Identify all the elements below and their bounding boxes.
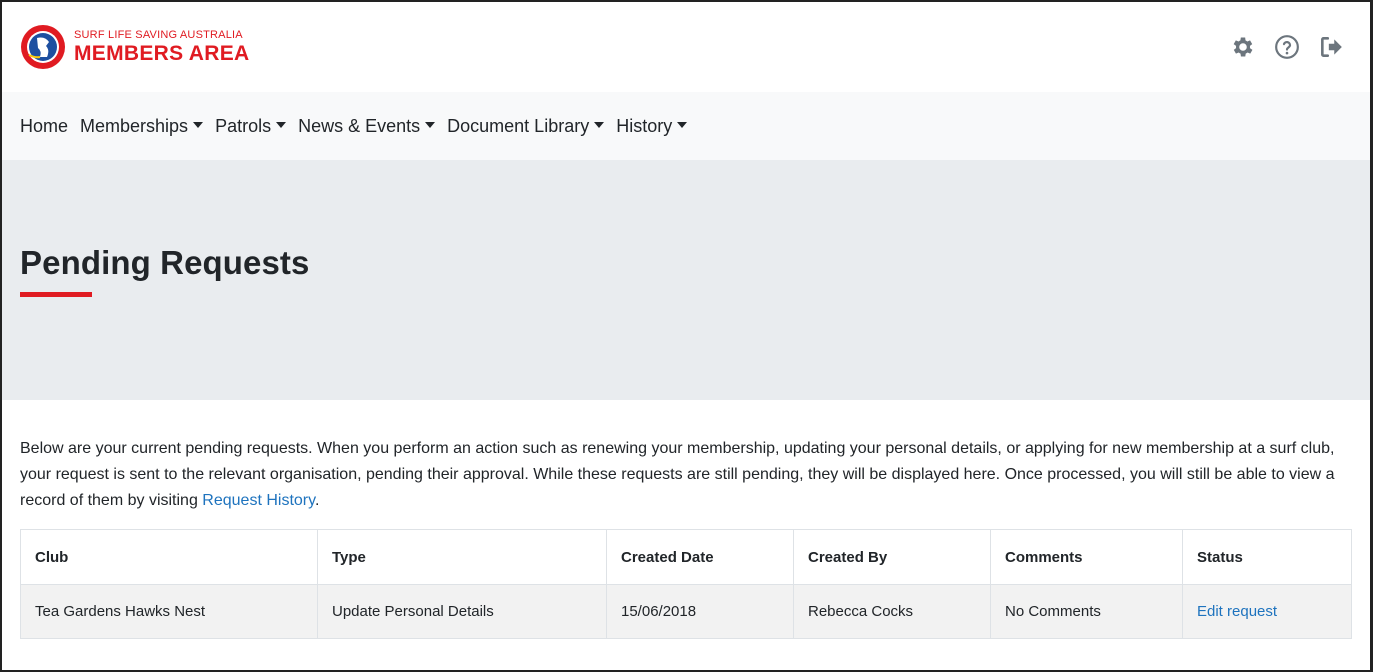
intro-end: . xyxy=(314,492,320,509)
help-icon[interactable] xyxy=(1274,34,1300,60)
nav-item-home[interactable]: Home xyxy=(20,116,68,137)
intro-paragraph: Below are your current pending requests.… xyxy=(20,436,1352,514)
caret-down-icon xyxy=(193,122,204,128)
nav-item-label: Patrols xyxy=(215,115,272,136)
nav-item-label: History xyxy=(616,115,673,136)
cell-type: Update Personal Details xyxy=(317,584,607,639)
app-window: SURF LIFE SAVING AUSTRALIA MEMBERS AREA … xyxy=(0,0,1373,672)
edit-request-link[interactable]: Edit request xyxy=(1197,603,1277,620)
nav-item-label: Memberships xyxy=(80,115,189,136)
brand-title: MEMBERS AREA xyxy=(74,42,250,65)
nav-item-history[interactable]: History xyxy=(616,115,688,137)
nav-item-label: News & Events xyxy=(298,115,421,136)
pending-requests-table: Club Type Created Date Created By Commen… xyxy=(20,529,1352,639)
cell-status: Edit request xyxy=(1182,584,1352,639)
cell-club: Tea Gardens Hawks Nest xyxy=(20,584,318,639)
column-header-club: Club xyxy=(20,529,318,585)
request-history-link[interactable]: Request History xyxy=(202,492,315,509)
main-nav: Home Memberships Patrols News & Events D… xyxy=(2,92,1370,160)
cell-comments: No Comments xyxy=(990,584,1183,639)
caret-down-icon xyxy=(677,122,688,128)
brand-logo-link[interactable]: SURF LIFE SAVING AUSTRALIA MEMBERS AREA xyxy=(20,24,250,70)
nav-item-memberships[interactable]: Memberships xyxy=(80,115,204,137)
nav-item-label: Document Library xyxy=(447,115,590,136)
header-icon-group xyxy=(1230,34,1344,60)
gear-icon[interactable] xyxy=(1230,34,1256,60)
nav-item-label: Home xyxy=(20,115,69,136)
logout-icon[interactable] xyxy=(1318,34,1344,60)
column-header-type: Type xyxy=(317,529,607,585)
top-header: SURF LIFE SAVING AUSTRALIA MEMBERS AREA xyxy=(2,2,1370,92)
table-header-row: Club Type Created Date Created By Commen… xyxy=(20,529,1352,585)
caret-down-icon xyxy=(594,122,605,128)
column-header-created-date: Created Date xyxy=(606,529,794,585)
nav-item-news-events[interactable]: News & Events xyxy=(298,115,436,137)
cell-created-date: 15/06/2018 xyxy=(606,584,794,639)
main-content: Below are your current pending requests.… xyxy=(2,400,1370,639)
nav-item-document-library[interactable]: Document Library xyxy=(447,115,605,137)
caret-down-icon xyxy=(425,122,436,128)
column-header-status: Status xyxy=(1182,529,1352,585)
title-underline xyxy=(20,292,92,297)
caret-down-icon xyxy=(276,122,287,128)
table-row: Tea Gardens Hawks Nest Update Personal D… xyxy=(20,584,1352,639)
surf-life-saving-logo-icon xyxy=(21,25,65,69)
page-title: Pending Requests xyxy=(20,244,310,281)
column-header-created-by: Created By xyxy=(793,529,991,585)
nav-item-patrols[interactable]: Patrols xyxy=(215,115,287,137)
column-header-comments: Comments xyxy=(990,529,1183,585)
page-hero: Pending Requests xyxy=(2,160,1370,400)
brand-subtitle: SURF LIFE SAVING AUSTRALIA xyxy=(74,29,243,41)
cell-created-by: Rebecca Cocks xyxy=(793,584,991,639)
